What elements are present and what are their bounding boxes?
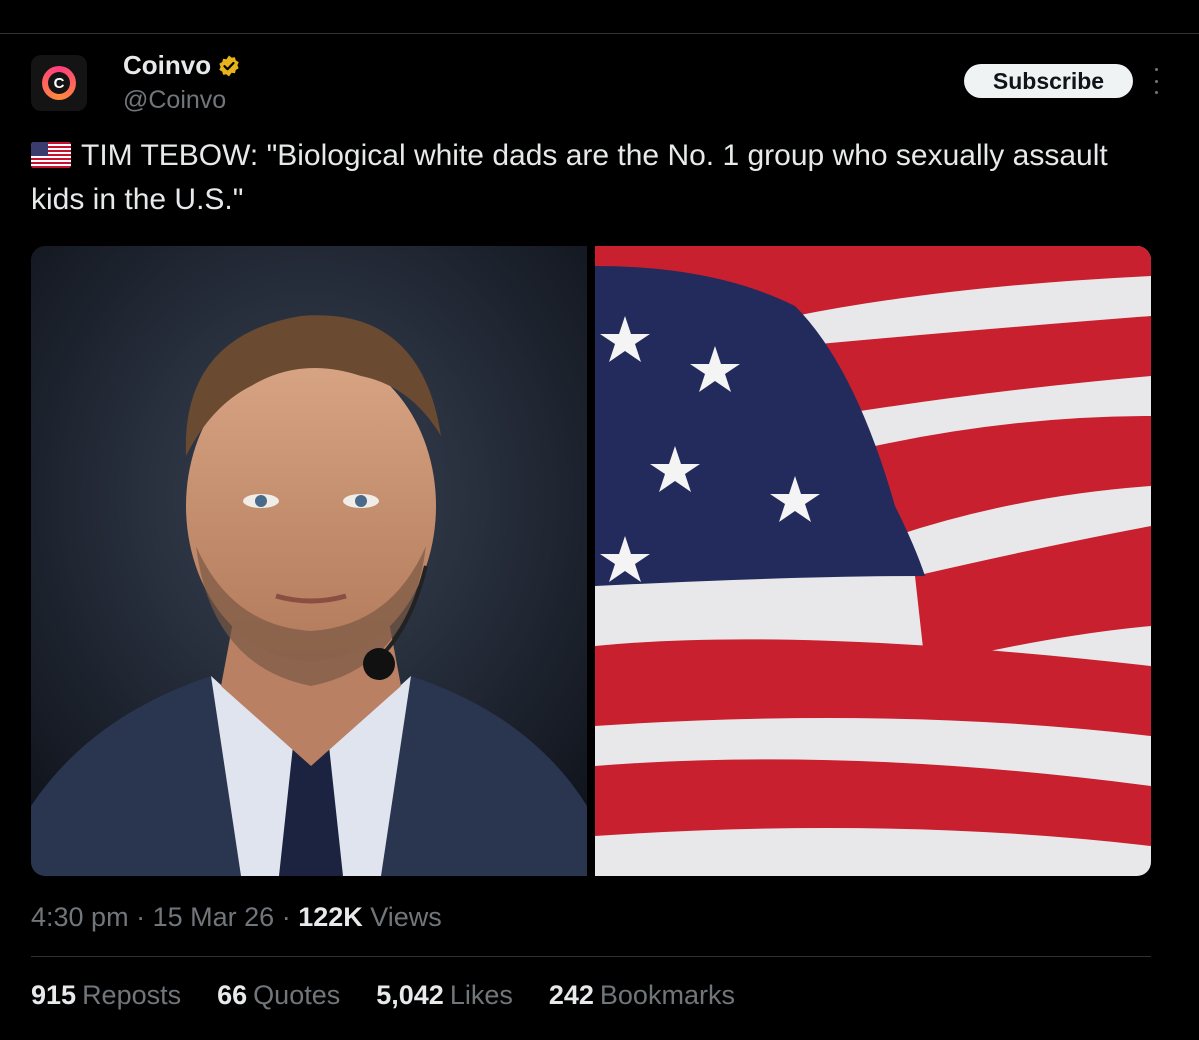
display-name[interactable]: Coinvo — [123, 50, 211, 81]
bookmarks-count: 242 — [548, 980, 594, 1010]
views-count: 122K — [298, 902, 363, 932]
meta-separator: · — [136, 902, 146, 932]
top-divider — [0, 33, 1199, 34]
subscribe-button[interactable]: Subscribe — [964, 64, 1133, 98]
reposts-stat[interactable]: 915 Reposts — [31, 980, 181, 1011]
reposts-label: Reposts — [82, 980, 182, 1010]
reposts-count: 915 — [31, 980, 77, 1010]
tweet-date[interactable]: 15 Mar 26 — [153, 902, 275, 932]
more-options-icon[interactable] — [1150, 68, 1162, 94]
bookmarks-stat[interactable]: 242 Bookmarks — [549, 980, 735, 1011]
author-name-row[interactable]: Coinvo — [123, 50, 241, 81]
tweet-text: TIM TEBOW: "Biological white dads are th… — [31, 134, 1141, 222]
avatar[interactable]: C — [31, 55, 87, 111]
us-flag-emoji-icon — [31, 142, 71, 168]
verified-badge-icon — [219, 55, 239, 76]
person-photo[interactable] — [31, 246, 587, 876]
quotes-stat[interactable]: 66 Quotes — [217, 980, 340, 1011]
tweet-body: TIM TEBOW: "Biological white dads are th… — [31, 139, 1108, 216]
stats-divider — [31, 956, 1151, 957]
tweet-time[interactable]: 4:30 pm — [31, 902, 129, 932]
american-flag-photo[interactable] — [595, 246, 1151, 876]
avatar-logo-icon: C — [42, 66, 76, 100]
views-label: Views — [370, 902, 442, 932]
bookmarks-label: Bookmarks — [599, 980, 735, 1010]
engagement-stats: 915 Reposts 66 Quotes 5,042 Likes 242 Bookma… — [31, 980, 771, 1011]
quotes-label: Quotes — [253, 980, 341, 1010]
quotes-count: 66 — [217, 980, 248, 1010]
likes-stat[interactable]: 5,042 Likes — [376, 980, 513, 1011]
tweet-meta: 4:30 pm · 15 Mar 26 · 122K Views — [31, 902, 442, 933]
likes-count: 5,042 — [376, 980, 444, 1010]
avatar-letter: C — [48, 72, 70, 94]
media-grid[interactable] — [31, 246, 1151, 876]
likes-label: Likes — [449, 980, 513, 1010]
handle[interactable]: @Coinvo — [123, 86, 226, 115]
meta-separator: · — [281, 902, 291, 932]
